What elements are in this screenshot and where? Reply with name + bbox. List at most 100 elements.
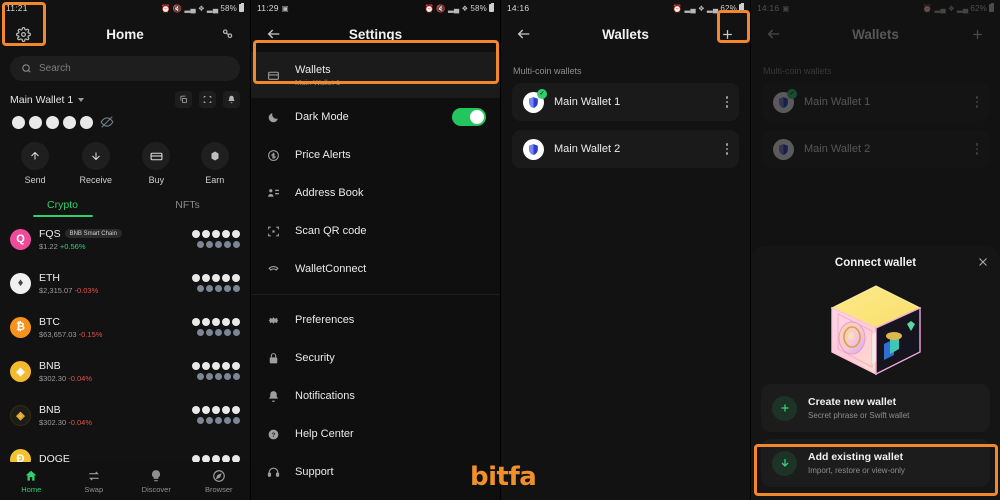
action-send[interactable]: Send [21,142,50,185]
bell-icon[interactable] [223,91,240,108]
wallets-header: Wallets [501,16,750,52]
wallet-menu-button[interactable] [725,143,728,155]
plus-icon [772,395,797,421]
asset-price: $1.22 [39,241,58,251]
asset-price: $2,315.07 [39,285,73,295]
dimmed-background: 14:16 ▣ ⏰ ▂▄ ❖ ▂▄ 62% Wallets Multi-coin… [751,0,1000,168]
search-input[interactable]: Search [10,56,240,81]
section-label: Multi-coin wallets [763,66,832,76]
tab-crypto[interactable]: Crypto [0,199,125,217]
add-wallet-button[interactable] [714,21,740,47]
alarm-icon: ⏰ [424,3,435,13]
asset-price: $302.30 [39,373,67,383]
asset-tabs: Crypto NFTs [0,199,250,217]
settings-header: Settings [251,16,500,52]
bell-icon [265,390,281,403]
settings-item-price-alerts[interactable]: Price Alerts [251,136,500,174]
status-time: 14:16 [507,3,530,13]
status-time: 14:16 [757,3,780,13]
wallet-card-main-wallet-2[interactable]: Main Wallet 2 [512,130,739,168]
status-time: 11:29 [257,3,279,13]
action-earn[interactable]: Earn [200,142,229,185]
asset-row-eth[interactable]: ♦ ETH $2,315.07 -0.03% [10,261,240,305]
tab-nfts[interactable]: NFTs [125,199,250,217]
btc-token-icon: ₿ [10,316,31,338]
wifi-icon: ❖ [197,3,205,13]
asset-row-bnb-2[interactable]: ◈ BNB $302.30 -0.04% [10,393,240,437]
settings-item-dark-mode[interactable]: Dark Mode [251,98,500,136]
wallet-menu-button[interactable] [975,143,978,155]
asset-row-fqs[interactable]: Q FQS BNB Smart Chain $1.22 +0.56% [10,217,240,261]
nav-discover[interactable]: Discover [125,469,188,494]
settings-item-notifications[interactable]: Notifications [251,377,500,415]
panel-wallets: 14:16 ⏰ ▂▄ ❖ ▂▄ 62% Wallets Multi-coin w… [500,0,750,500]
wallets-header: Wallets [751,16,1000,52]
gear-icon [265,314,281,327]
action-receive[interactable]: Receive [80,142,112,185]
asset-value-hidden [197,329,240,336]
wallet-card-main-wallet-1[interactable]: ✓ Main Wallet 1 [512,83,739,121]
nav-browser[interactable]: Browser [188,469,251,494]
asset-balance-hidden [192,230,240,238]
section-label: Multi-coin wallets [513,66,582,76]
settings-item-sub: Main Wallet 1 [295,77,341,87]
question-icon: ? [265,428,281,441]
settings-item-help-center[interactable]: ? Help Center [251,415,500,453]
nav-swap[interactable]: Swap [63,469,126,494]
mute-icon: 🔇 [172,3,183,13]
asset-row-bnb-1[interactable]: ◈ BNB $302.30 -0.04% [10,349,240,393]
nav-home[interactable]: Home [0,469,63,494]
copy-icon[interactable] [175,91,192,108]
search-icon [22,64,31,73]
home-icon [26,470,37,481]
settings-item-security[interactable]: Security [251,339,500,377]
dollar-icon [265,149,281,162]
eye-off-icon[interactable] [100,115,114,129]
back-button[interactable] [761,21,787,47]
asset-row-btc[interactable]: ₿ BTC $63,657.03 -0.15% [10,305,240,349]
settings-item-wallets[interactable]: Wallets Main Wallet 1 [251,52,500,98]
settings-item-address-book[interactable]: Address Book [251,174,500,212]
action-buy[interactable]: Buy [142,142,171,185]
asset-balance-hidden [192,406,240,414]
back-button[interactable] [511,21,537,47]
status-bar: 11:29 ▣ ⏰ 🔇 ▂▄ ❖ 58% [251,0,500,16]
wallet-menu-button[interactable] [975,96,978,108]
close-button[interactable] [977,256,989,268]
battery-percent: 62% [720,3,737,13]
qr-icon[interactable] [199,91,216,108]
add-wallet-button[interactable] [964,21,990,47]
settings-item-walletconnect[interactable]: WalletConnect [251,250,500,288]
fqs-token-icon: Q [10,228,31,250]
wallet-card-main-wallet-1[interactable]: ✓ Main Wallet 1 [762,83,989,121]
panel-home: 11:21 ⏰ 🔇 ▂▄ ❖ ▂▄ 58% Home Search Main W… [0,0,250,500]
signal2-icon: ▂▄ [206,3,219,13]
settings-item-scan-qr[interactable]: Scan QR code [251,212,500,250]
dark-mode-toggle[interactable] [452,108,486,126]
settings-item-label: Wallets [295,63,331,76]
wallet-menu-button[interactable] [725,96,728,108]
wallet-selector[interactable]: Main Wallet 1 [10,93,85,106]
back-button[interactable] [261,21,287,47]
option-title: Add existing wallet [808,451,904,463]
wallet-card-main-wallet-2[interactable]: Main Wallet 2 [762,130,989,168]
gear-icon [15,26,31,42]
option-create-new-wallet[interactable]: Create new wallet Secret phrase or Swift… [761,384,990,432]
option-add-existing-wallet[interactable]: Add existing wallet Import, restore or v… [761,439,990,487]
option-title: Create new wallet [808,396,897,408]
settings-item-support[interactable]: Support [251,453,500,491]
settings-item-label: Notifications [295,390,355,402]
wifi-icon: ❖ [697,3,705,13]
wallet-name: Main Wallet 1 [10,93,74,106]
settings-gear-button[interactable] [10,21,36,47]
settings-item-label: Price Alerts [295,149,351,161]
plus-icon [972,29,982,39]
shield-icon [529,143,538,155]
scan-button[interactable] [214,21,240,47]
option-subtitle: Import, restore or view-only [808,466,905,475]
arrow-up-icon [21,142,50,170]
asset-price: $63,657.03 [39,329,77,339]
settings-item-preferences[interactable]: Preferences [251,301,500,339]
battery-percent: 62% [970,3,987,13]
contacts-icon [265,187,281,200]
